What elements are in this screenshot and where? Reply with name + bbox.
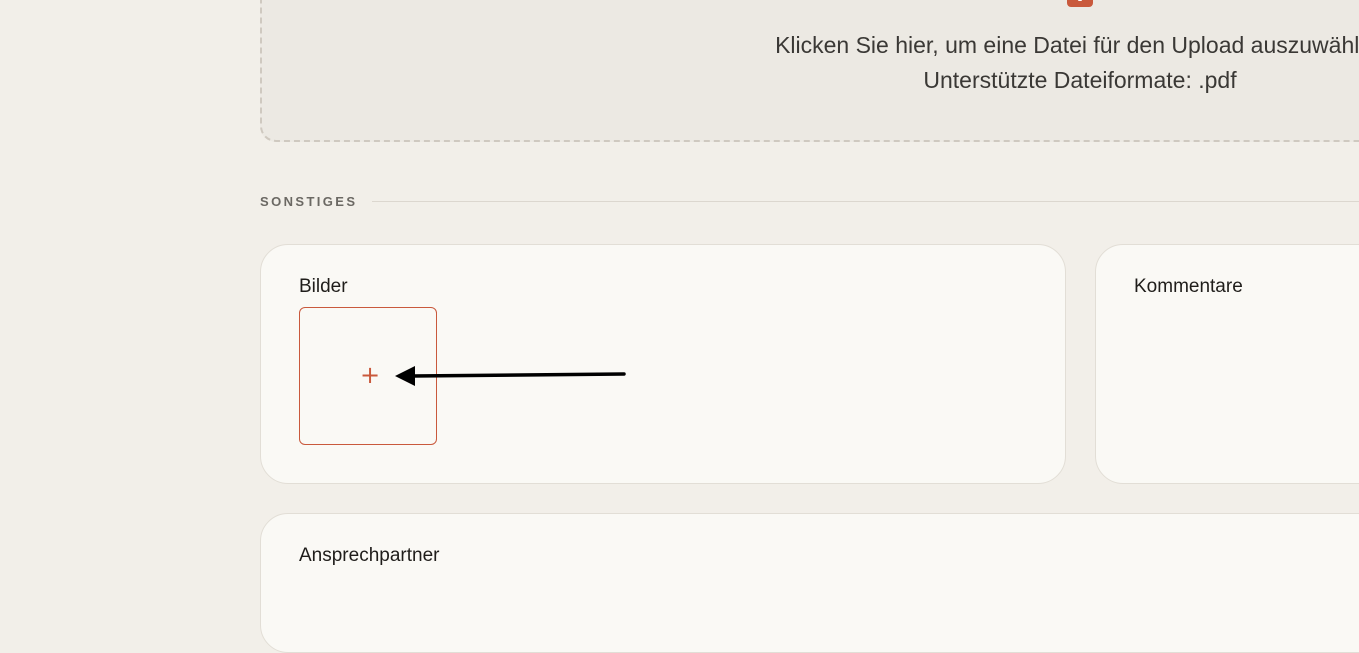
contact-person-card-title: Ansprechpartner <box>299 545 440 566</box>
section-heading-sonstiges: SONSTIGES <box>260 194 358 209</box>
comments-card: Kommentare <box>1095 244 1359 484</box>
images-card-title: Bilder <box>299 276 348 297</box>
section-divider <box>372 201 1359 202</box>
comments-card-title: Kommentare <box>1134 276 1243 297</box>
contact-person-card: Ansprechpartner <box>260 513 1359 653</box>
plus-icon: + <box>360 361 381 389</box>
upload-supported-formats: Unterstützte Dateiformate: .pdf <box>923 67 1237 93</box>
upload-instruction: Klicken Sie hier, um eine Datei für den … <box>775 32 1359 58</box>
images-card: Bilder + <box>260 244 1066 484</box>
arrow-left-icon <box>395 366 626 386</box>
upload-icon <box>1067 0 1093 7</box>
